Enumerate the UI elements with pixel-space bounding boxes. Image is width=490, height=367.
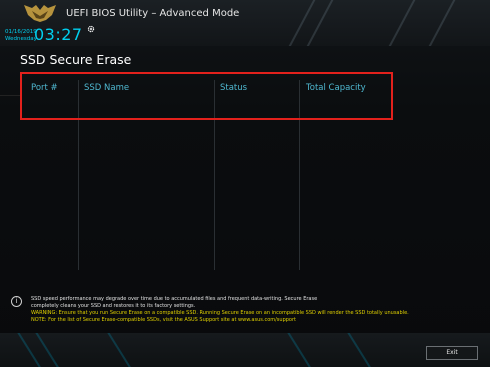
info-panel [0,289,490,329]
info-text: completely cleans your SSD and restores … [31,303,196,309]
footer-decoration [344,333,378,367]
date-display: 01/16/2019 Wednesday [5,29,37,42]
footer-decoration [284,333,318,367]
tuf-logo-icon [24,5,56,22]
page-title: SSD Secure Erase [20,52,132,67]
warning-text: WARNING: Ensure that you run Secure Eras… [31,310,409,316]
callout-line [0,95,20,96]
weekday-text: Wednesday [5,35,37,42]
bios-window: UEFI BIOS Utility – Advanced Mode 01/16/… [0,0,490,367]
header-decoration [301,0,337,46]
footer-bar [0,333,490,367]
header-decoration [383,0,419,46]
date-text: 01/16/2019 [5,29,37,35]
footer-decoration [104,333,138,367]
app-title: UEFI BIOS Utility – Advanced Mode [66,8,240,19]
header-decoration [423,0,459,46]
footer-decoration [14,333,48,367]
info-text: SSD speed performance may degrade over t… [31,296,318,302]
exit-button[interactable]: Exit [426,346,478,360]
info-icon: i [11,296,22,307]
highlight-box [20,72,393,120]
note-text: NOTE: For the list of Secure Erase-compa… [31,317,297,323]
header-decoration [283,0,319,46]
clock-display: 03:27 [34,25,83,44]
gear-icon[interactable] [87,25,95,33]
